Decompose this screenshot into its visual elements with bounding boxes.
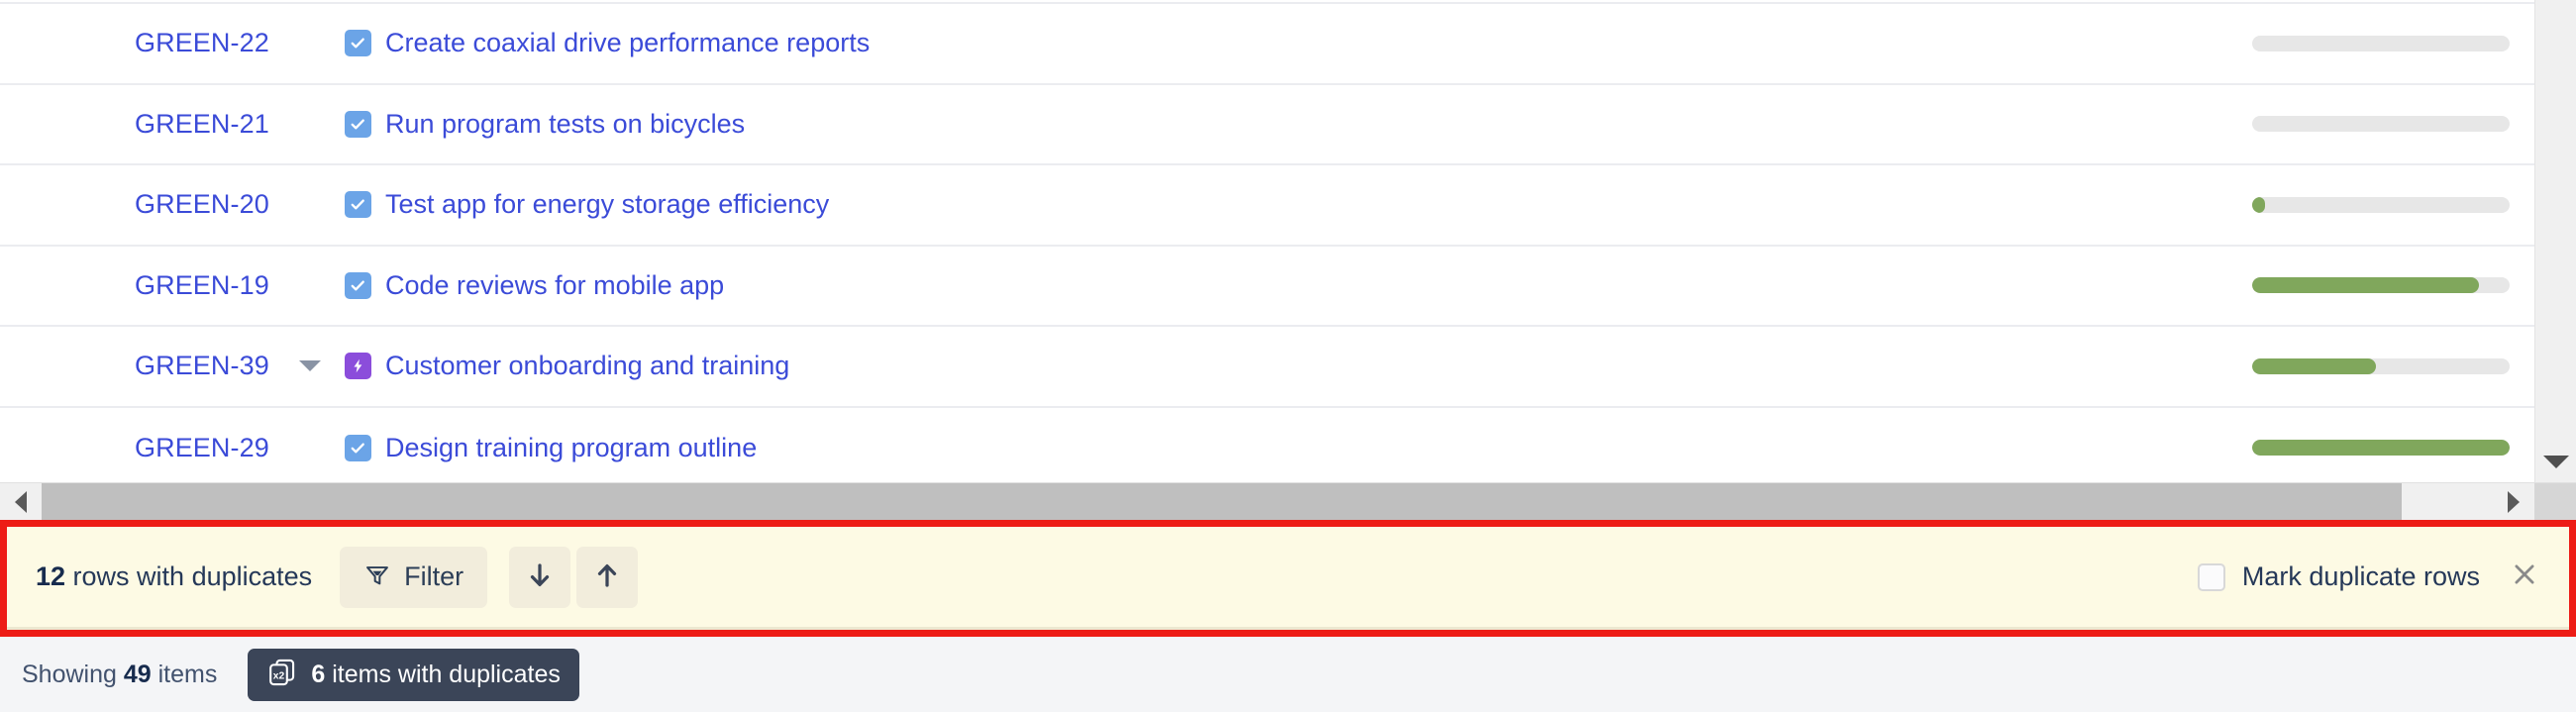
filter-icon — [363, 561, 391, 592]
issue-key-cell: GREEN-22 — [0, 28, 269, 58]
subtask-checkbox-icon — [345, 191, 371, 219]
scrollbar-corner — [2534, 483, 2576, 520]
jira-timeline-grid-screen: GREEN-22 Create coaxial drive performance… — [0, 0, 2576, 712]
issue-summary-link[interactable]: Code reviews for mobile app — [385, 270, 724, 301]
items-with-duplicates-label: items with duplicates — [325, 660, 561, 688]
progress-cell — [2252, 440, 2534, 457]
scroll-left-button[interactable] — [0, 483, 42, 520]
arrow-up-icon — [592, 560, 622, 593]
issue-key-cell: GREEN-29 — [0, 433, 269, 463]
progress-bar-track — [2252, 277, 2510, 294]
status-bar: Showing 49 items x2 6 items with duplica… — [0, 637, 2576, 712]
progress-cell — [2252, 357, 2534, 374]
progress-bar-track — [2252, 116, 2510, 133]
mark-duplicate-rows-control[interactable]: Mark duplicate rows — [2197, 561, 2480, 592]
progress-bar-fill — [2252, 196, 2265, 213]
vertical-scrollbar[interactable] — [2534, 0, 2576, 482]
progress-bar-fill — [2252, 277, 2479, 294]
duplicate-navigation-buttons — [509, 546, 639, 608]
showing-suffix: items — [151, 660, 218, 688]
showing-items-text: Showing 49 items — [22, 661, 217, 689]
issue-summary-link[interactable]: Test app for energy storage efficiency — [385, 189, 829, 220]
duplicate-rows-count-label: rows with duplicates — [65, 561, 313, 591]
table-row[interactable]: GREEN-29 Design training program outline — [0, 407, 2534, 482]
mark-duplicate-rows-checkbox[interactable] — [2197, 562, 2225, 591]
close-banner-button[interactable] — [2502, 555, 2547, 600]
chevron-left-icon — [15, 490, 27, 513]
issue-key-cell: GREEN-39 — [0, 351, 269, 381]
issue-summary-cell: Code reviews for mobile app — [230, 270, 2252, 301]
issue-grid: GREEN-22 Create coaxial drive performance… — [0, 0, 2576, 482]
epic-bolt-icon — [345, 353, 371, 380]
subtask-checkbox-icon — [345, 434, 371, 461]
progress-cell — [2252, 196, 2534, 213]
items-with-duplicates-badge[interactable]: x2 6 items with duplicates — [248, 648, 579, 701]
progress-bar-fill — [2252, 440, 2510, 457]
issue-key-cell: GREEN-19 — [0, 270, 269, 301]
issue-summary-cell: Test app for energy storage efficiency — [230, 189, 2252, 220]
progress-bar-track — [2252, 196, 2510, 213]
previous-duplicate-button[interactable] — [576, 546, 639, 608]
progress-bar-fill — [2252, 357, 2376, 374]
mark-duplicate-rows-label: Mark duplicate rows — [2241, 561, 2480, 591]
horizontal-scrollbar[interactable] — [0, 482, 2576, 520]
duplicate-rows-count: 12 rows with duplicates — [36, 561, 312, 592]
issue-summary-cell: Create coaxial drive performance reports — [230, 28, 2252, 58]
duplicate-stack-icon: x2 — [266, 657, 298, 693]
issue-grid-body[interactable]: GREEN-22 Create coaxial drive performance… — [0, 0, 2534, 482]
next-duplicate-button[interactable] — [509, 546, 571, 608]
table-row[interactable]: GREEN-39 Customer onboarding and training — [0, 327, 2534, 408]
chevron-right-icon — [2508, 490, 2520, 513]
chevron-down-icon — [2542, 455, 2569, 468]
issue-row-list: GREEN-22 Create coaxial drive performance… — [0, 4, 2534, 482]
issue-key-cell: GREEN-20 — [0, 189, 269, 220]
issue-summary-link[interactable]: Create coaxial drive performance reports — [385, 28, 870, 58]
scroll-down-button[interactable] — [2535, 441, 2576, 482]
issue-summary-cell: Design training program outline — [230, 433, 2252, 463]
progress-cell — [2252, 35, 2534, 51]
showing-count: 49 — [123, 660, 152, 688]
subtask-checkbox-icon — [345, 110, 371, 138]
duplicate-rows-banner-highlight: 12 rows with duplicates Filter Mark dupl… — [0, 520, 2576, 637]
table-row[interactable]: GREEN-22 Create coaxial drive performance… — [0, 4, 2534, 85]
table-row[interactable]: GREEN-21 Run program tests on bicycles — [0, 84, 2534, 165]
issue-summary-link[interactable]: Customer onboarding and training — [385, 351, 789, 381]
issue-summary-cell: Customer onboarding and training — [230, 351, 2252, 381]
table-row[interactable]: GREEN-19 Code reviews for mobile app — [0, 246, 2534, 327]
table-row[interactable]: GREEN-20 Test app for energy storage effi… — [0, 165, 2534, 247]
chevron-down-icon — [299, 360, 321, 372]
subtask-checkbox-icon — [345, 30, 371, 57]
duplicate-rows-banner: 12 rows with duplicates Filter Mark dupl… — [7, 527, 2569, 630]
expand-collapse-button[interactable] — [299, 360, 345, 372]
issue-summary-link[interactable]: Run program tests on bicycles — [385, 109, 745, 140]
items-with-duplicates-badge-text: 6 items with duplicates — [311, 661, 561, 689]
issue-summary-link[interactable]: Design training program outline — [385, 433, 757, 463]
scroll-right-button[interactable] — [2493, 483, 2534, 520]
duplicate-rows-count-number: 12 — [36, 561, 66, 591]
horizontal-scroll-thumb[interactable] — [42, 483, 2403, 520]
items-with-duplicates-count: 6 — [311, 660, 326, 688]
horizontal-scroll-trough[interactable] — [42, 483, 2493, 520]
issue-key-cell: GREEN-21 — [0, 109, 269, 140]
progress-bar-track — [2252, 35, 2510, 51]
filter-button-label: Filter — [404, 561, 464, 591]
progress-cell — [2252, 277, 2534, 294]
subtask-checkbox-icon — [345, 271, 371, 299]
arrow-down-icon — [525, 560, 555, 593]
showing-prefix: Showing — [22, 660, 124, 688]
duplicate-banner-actions: Filter — [340, 546, 488, 608]
filter-button[interactable]: Filter — [340, 546, 488, 608]
progress-bar-track — [2252, 357, 2510, 374]
svg-text:x2: x2 — [273, 670, 285, 681]
progress-bar-track — [2252, 440, 2510, 457]
close-icon — [2510, 559, 2539, 594]
progress-cell — [2252, 116, 2534, 133]
issue-summary-cell: Run program tests on bicycles — [230, 109, 2252, 140]
